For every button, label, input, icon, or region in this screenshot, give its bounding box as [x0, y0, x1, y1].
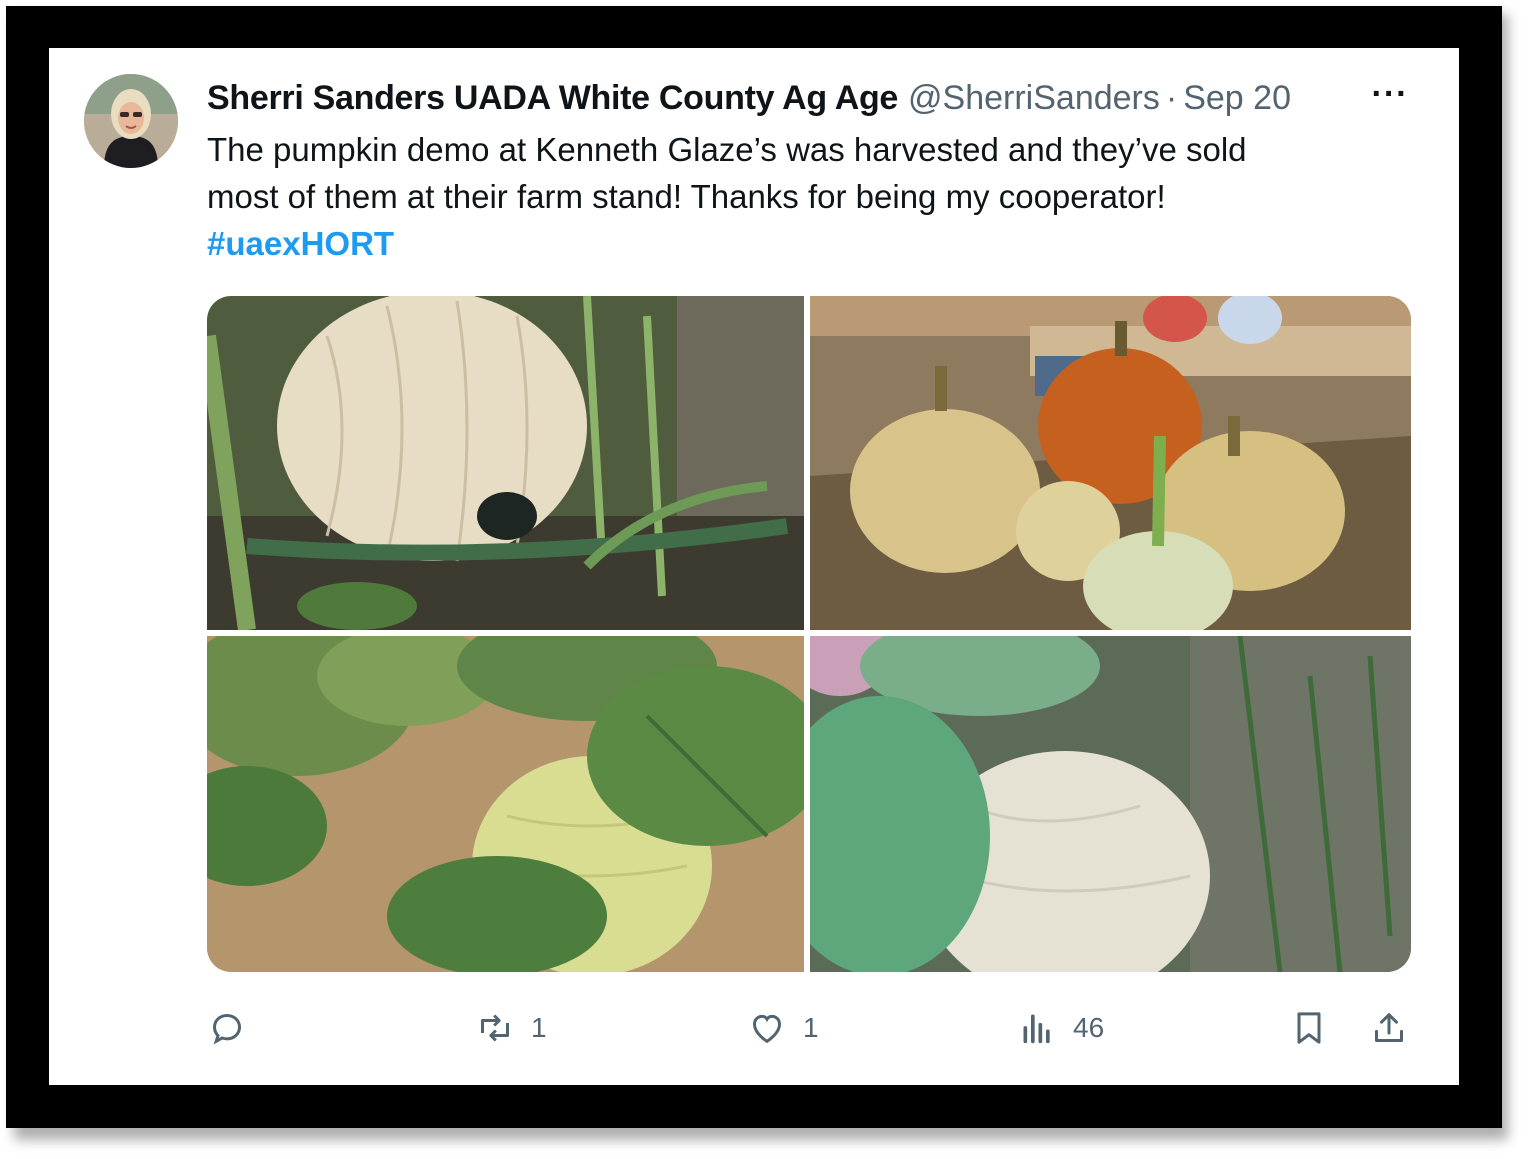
views-button[interactable]: 46: [1017, 1000, 1104, 1056]
bookmark-icon: [1297, 1012, 1321, 1044]
reply-icon: [212, 1013, 242, 1045]
pumpkin-photo[interactable]: [207, 636, 804, 972]
analytics-icon: [1023, 1014, 1050, 1044]
hashtag-link[interactable]: #uaexHORT: [207, 225, 394, 262]
like-count: 1: [803, 1012, 819, 1043]
retweet-icon: [481, 1014, 509, 1042]
pumpkin-photo[interactable]: [810, 636, 1411, 972]
like-button[interactable]: 1: [747, 1000, 819, 1056]
tweet-card[interactable]: Sherri Sanders UADA White County Ag Age …: [49, 48, 1459, 1085]
tweet-text: The pumpkin demo at Kenneth Glaze’s was …: [207, 126, 1397, 267]
more-options-button[interactable]: ···: [1367, 77, 1413, 116]
author-handle[interactable]: @SherriSanders: [908, 79, 1160, 118]
bookmark-button[interactable]: [1289, 1000, 1329, 1056]
author-name[interactable]: Sherri Sanders UADA White County Ag Age: [207, 79, 898, 118]
tweet-text-line: most of them at their farm stand! Thanks…: [207, 178, 1166, 215]
heart-icon: [752, 1014, 782, 1044]
pumpkin-photo[interactable]: [207, 296, 804, 630]
share-button[interactable]: [1369, 1000, 1409, 1056]
tweet-date[interactable]: Sep 20: [1183, 79, 1291, 118]
media-grid: [207, 296, 1411, 972]
retweet-count: 1: [531, 1012, 547, 1043]
tweet-header: Sherri Sanders UADA White County Ag Age …: [207, 76, 1427, 120]
separator-dot: ·: [1165, 78, 1178, 117]
views-count: 46: [1073, 1012, 1105, 1043]
tweet-actions: 1 1 46: [207, 1000, 1411, 1056]
reply-button[interactable]: [207, 1000, 247, 1056]
share-icon: [1375, 1013, 1403, 1042]
pumpkin-photo[interactable]: [810, 296, 1411, 630]
tweet-text-line: The pumpkin demo at Kenneth Glaze’s was …: [207, 131, 1247, 168]
avatar[interactable]: [84, 74, 178, 168]
retweet-button[interactable]: 1: [475, 1000, 547, 1056]
